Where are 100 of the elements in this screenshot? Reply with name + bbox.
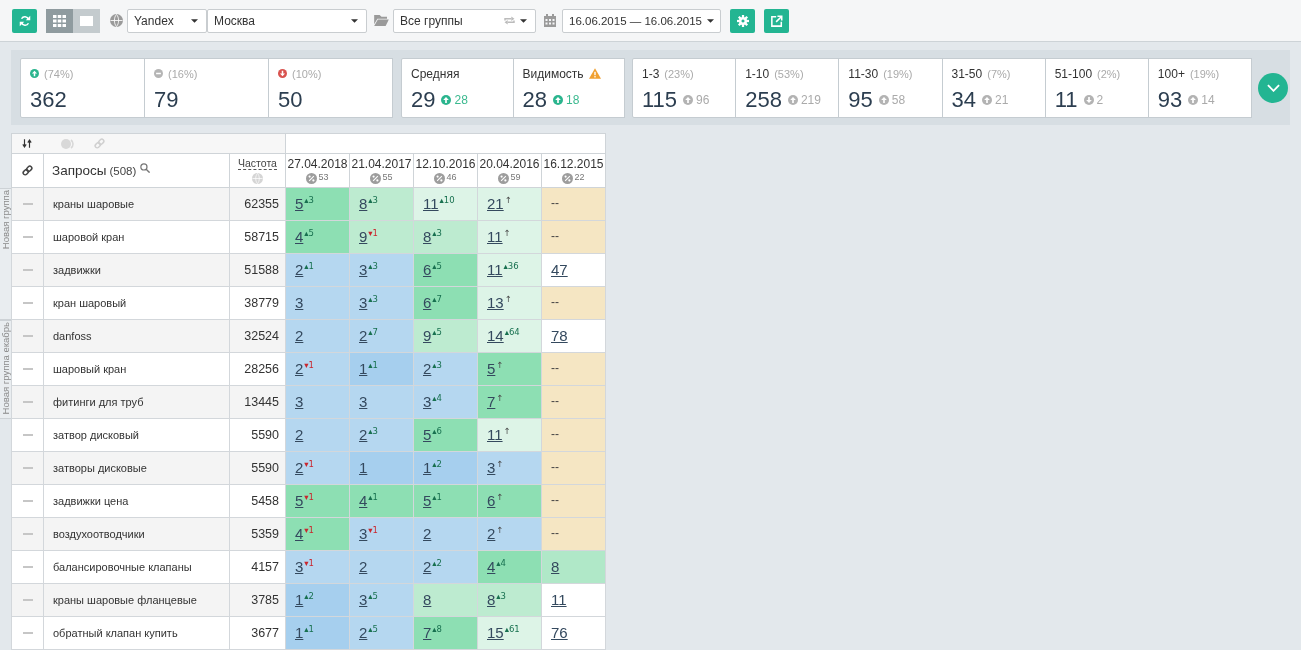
minus-icon[interactable] [22,401,33,403]
minus-icon[interactable] [22,434,33,436]
rank-link[interactable]: 15 [487,624,504,641]
rank-link[interactable]: 11 [423,195,439,212]
rank-link[interactable]: 4 [487,558,496,575]
export-button[interactable] [764,8,789,33]
rank-link[interactable]: 1 [295,624,304,641]
rank-link[interactable]: 2 [359,327,368,344]
rank-link[interactable]: 21 [487,195,504,212]
rank-link[interactable]: 2 [295,459,304,476]
refresh-button[interactable] [12,8,37,33]
minus-icon[interactable] [22,467,33,469]
rank-link[interactable]: 11 [487,261,503,278]
rank-link[interactable]: 3 [295,558,304,575]
rank-link[interactable]: 6 [423,261,432,278]
minus-icon[interactable] [22,599,33,601]
rank-link[interactable]: 14 [487,327,504,344]
rank-link[interactable]: 5 [295,195,304,212]
rank-link[interactable]: 9 [423,327,432,344]
link-icon[interactable] [21,164,34,177]
minus-icon[interactable] [22,269,33,271]
rank-link[interactable]: 13 [487,294,504,311]
rank-link[interactable]: 4 [359,492,368,509]
rank-link[interactable]: 8 [487,591,496,608]
minus-icon[interactable] [22,533,33,535]
rank-link[interactable]: 2 [359,426,368,443]
rank-link[interactable]: 5 [295,492,304,509]
minus-icon[interactable] [22,236,33,238]
rank-link[interactable]: 2 [295,261,304,278]
rank-link[interactable]: 2 [423,558,432,575]
rank-link[interactable]: 2 [359,558,368,575]
rank-link[interactable]: 3 [359,294,368,311]
rank-link[interactable]: 8 [423,228,432,245]
percent-icon[interactable] [370,173,382,184]
rank-link[interactable]: 3 [487,459,496,476]
rank-link[interactable]: 8 [359,195,368,212]
search-engine-select[interactable]: Yandex [127,8,207,33]
settings-button[interactable] [730,8,755,33]
rank-link[interactable]: 3 [359,591,368,608]
rank-link[interactable]: 4 [295,228,304,245]
rank-link[interactable]: 5 [423,426,432,443]
rank-link[interactable]: 3 [359,393,368,410]
rank-link[interactable]: 2 [423,525,432,542]
percent-icon[interactable] [434,173,446,184]
rank-link[interactable]: 4 [295,525,304,542]
rank-link[interactable]: 9 [359,228,368,245]
rank-link[interactable]: 6 [423,294,432,311]
rank-link[interactable]: 1 [295,591,304,608]
rank-link[interactable]: 7 [423,624,432,641]
minus-icon[interactable] [22,302,33,304]
rank-link[interactable]: 3 [423,393,432,410]
rank-link[interactable]: 11 [487,426,503,443]
rank-link[interactable]: 2 [487,525,496,542]
view-mode-button[interactable] [73,8,100,33]
minus-icon[interactable] [22,632,33,634]
minus-icon[interactable] [22,500,33,502]
minus-icon[interactable] [22,335,33,337]
rank-link[interactable]: 2 [295,360,304,377]
rank-link[interactable]: 2 [295,426,304,443]
expand-button[interactable] [1258,72,1288,103]
search-icon[interactable] [140,162,151,173]
rank-link[interactable]: 3 [359,261,368,278]
view-mode-button[interactable] [46,8,73,33]
repeat-icon [503,16,516,25]
rank-link[interactable]: 76 [551,624,568,641]
rank-link[interactable]: 5 [423,492,432,509]
sort-icon[interactable] [22,138,32,149]
minus-icon[interactable] [22,368,33,370]
rank-link[interactable]: 11 [487,228,503,245]
percent-icon[interactable] [306,173,318,184]
disc-icon[interactable] [60,137,76,150]
rank-link[interactable]: 1 [423,459,432,476]
group-select[interactable]: Все группы [393,8,536,33]
rank-change: ↑ [504,195,512,205]
rank-link[interactable]: 8 [423,591,432,608]
rank-link[interactable]: 78 [551,327,568,344]
percent-icon[interactable] [562,173,574,184]
column-title[interactable]: Частота [238,157,277,170]
rank-link[interactable]: 1 [359,360,368,377]
minus-icon[interactable] [22,566,33,568]
rank-link[interactable]: 8 [551,558,560,575]
rank-link[interactable]: 3 [295,294,304,311]
date-range-select[interactable]: 16.06.2015 — 16.06.2015 [562,8,721,33]
rank-link[interactable]: 1 [359,459,368,476]
rank-link[interactable]: 6 [487,492,496,509]
percent-label: (23%) [664,67,694,80]
percent-icon[interactable] [498,173,510,184]
region-select[interactable]: Москва [207,8,367,33]
rank-empty: -- [551,360,559,377]
rank-link[interactable]: 3 [295,393,304,410]
rank-link[interactable]: 11 [551,591,567,608]
rank-link[interactable]: 7 [487,393,496,410]
rank-change: ▾1 [304,525,315,535]
minus-icon[interactable] [22,203,33,205]
rank-link[interactable]: 47 [551,261,568,278]
rank-link[interactable]: 2 [295,327,304,344]
rank-link[interactable]: 3 [359,525,368,542]
rank-link[interactable]: 2 [423,360,432,377]
rank-link[interactable]: 2 [359,624,368,641]
rank-link[interactable]: 5 [487,360,496,377]
